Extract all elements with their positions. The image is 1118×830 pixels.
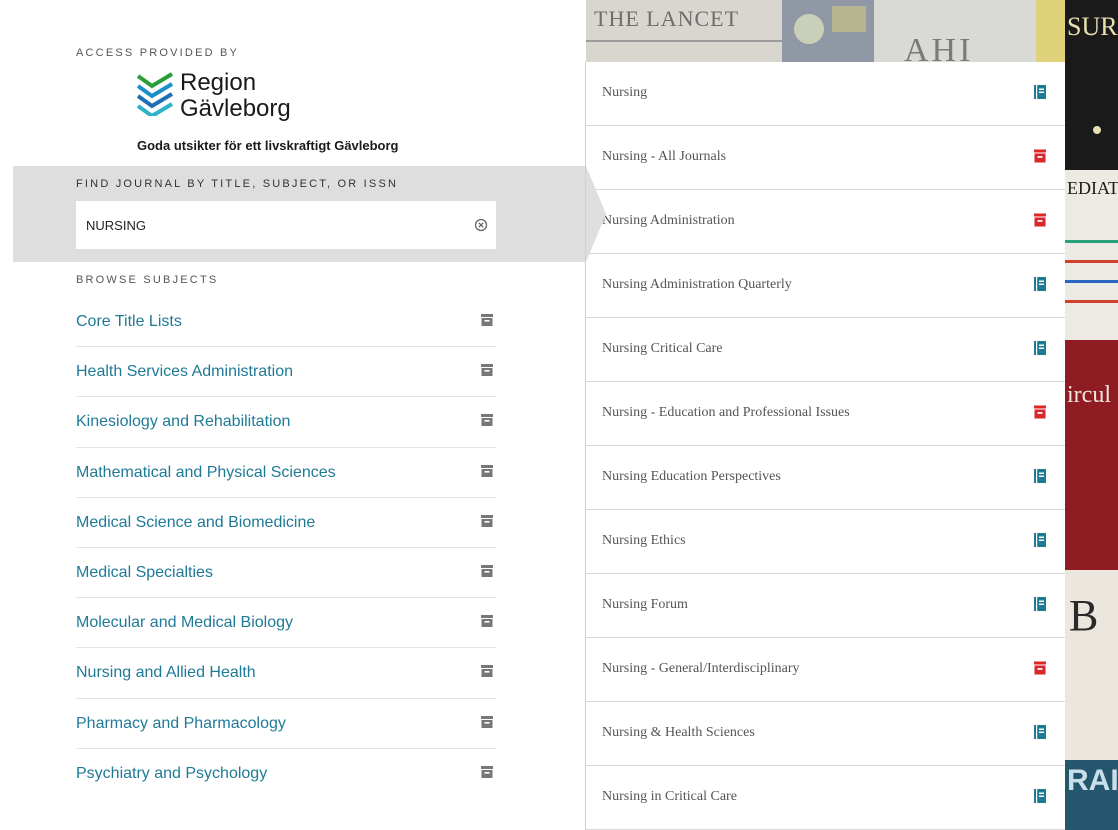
subject-link[interactable]: Psychiatry and Psychology	[76, 765, 267, 783]
pediatrics-strip: EDIAT	[1065, 170, 1118, 340]
result-title[interactable]: Nursing	[602, 85, 647, 101]
region-gavleborg-logo[interactable]: Region Gävleborg	[136, 70, 436, 130]
archive-icon	[481, 615, 493, 628]
result-title[interactable]: Nursing Forum	[602, 597, 688, 613]
search-panel-pointer	[586, 166, 606, 262]
result-item[interactable]: Nursing Critical Care	[586, 318, 1065, 382]
archive-icon	[481, 514, 493, 527]
clear-circle-icon[interactable]	[474, 218, 488, 232]
search-panel: FIND JOURNAL BY TITLE, SUBJECT, OR ISSN	[13, 166, 586, 262]
find-journal-label: FIND JOURNAL BY TITLE, SUBJECT, OR ISSN	[76, 178, 399, 190]
result-title[interactable]: Nursing - Education and Professional Iss…	[602, 405, 850, 421]
subject-link[interactable]: Molecular and Medical Biology	[76, 614, 293, 632]
result-title[interactable]: Nursing - All Journals	[602, 149, 726, 165]
archive-icon[interactable]	[1032, 660, 1048, 676]
lancet-cover-title: THE LANCET	[594, 6, 740, 31]
subject-item[interactable]: Nursing and Allied Health	[76, 648, 496, 699]
subject-link[interactable]: Health Services Administration	[76, 363, 293, 381]
surg-cover-title: SURG	[1067, 12, 1118, 41]
surg-strip: SURG	[1065, 0, 1118, 170]
journal-icon[interactable]	[1032, 468, 1048, 484]
result-item[interactable]: Nursing - Education and Professional Iss…	[586, 382, 1065, 446]
result-title[interactable]: Nursing Administration	[602, 213, 735, 229]
archive-icon	[481, 665, 493, 678]
result-title[interactable]: Nursing Ethics	[602, 533, 686, 549]
archive-icon	[481, 464, 493, 477]
journal-icon[interactable]	[1032, 788, 1048, 804]
pediatrics-cover-title: EDIAT	[1067, 178, 1118, 198]
ahi-cover: AHI	[874, 0, 1036, 69]
region-logo-text: Region Gävleborg	[180, 70, 291, 122]
bone-journal-cover-title: B	[1069, 591, 1099, 640]
result-item[interactable]: Nursing Ethics	[586, 510, 1065, 574]
result-title[interactable]: Nursing Education Perspectives	[602, 469, 781, 485]
archive-icon	[481, 715, 493, 728]
archive-icon	[481, 564, 493, 577]
region-tagline: Goda utsikter för ett livskraftigt Gävle…	[137, 138, 399, 153]
subject-item[interactable]: Core Title Lists	[76, 297, 496, 348]
subject-link[interactable]: Pharmacy and Pharmacology	[76, 715, 286, 733]
journal-icon[interactable]	[1032, 276, 1048, 292]
result-item[interactable]: Nursing in Critical Care	[586, 766, 1065, 830]
subject-item[interactable]: Medical Specialties	[76, 548, 496, 599]
subject-link[interactable]: Kinesiology and Rehabilitation	[76, 413, 290, 431]
archive-icon[interactable]	[1032, 404, 1048, 420]
result-item[interactable]: Nursing Administration	[586, 190, 1065, 254]
archive-icon	[481, 414, 493, 427]
result-item[interactable]: Nursing - General/Interdisciplinary	[586, 638, 1065, 702]
lancet-cover: THE LANCET	[586, 0, 782, 62]
result-item[interactable]: Nursing Administration Quarterly	[586, 254, 1065, 318]
journal-icon[interactable]	[1032, 532, 1048, 548]
journal-icon[interactable]	[1032, 724, 1048, 740]
access-provided-label: ACCESS PROVIDED BY	[76, 47, 240, 59]
region-logo-mark-icon	[136, 72, 174, 116]
journal-icon[interactable]	[1032, 340, 1048, 356]
result-item[interactable]: Nursing	[586, 62, 1065, 126]
result-item[interactable]: Nursing - All Journals	[586, 126, 1065, 190]
archive-icon[interactable]	[1032, 212, 1048, 228]
archive-icon	[481, 364, 493, 377]
subject-item[interactable]: Molecular and Medical Biology	[76, 598, 496, 649]
left-panel: ACCESS PROVIDED BY Region Gävleborg Goda…	[0, 0, 586, 830]
result-item[interactable]: Nursing & Health Sciences	[586, 702, 1065, 766]
subjects-list: Core Title Lists Health Services Adminis…	[76, 297, 496, 799]
result-title[interactable]: Nursing - General/Interdisciplinary	[602, 661, 800, 677]
result-item[interactable]: Nursing Education Perspectives	[586, 446, 1065, 510]
rai-cover-title: RAI	[1067, 764, 1118, 797]
region-logo-line2: Gävleborg	[180, 95, 291, 122]
subject-item[interactable]: Medical Science and Biomedicine	[76, 498, 496, 548]
surg-cover	[1036, 12, 1068, 42]
subject-link[interactable]: Nursing and Allied Health	[76, 664, 256, 682]
journal-icon[interactable]	[1032, 596, 1048, 612]
subject-link[interactable]: Mathematical and Physical Sciences	[76, 464, 336, 482]
circulation-strip: ircul	[1065, 340, 1118, 570]
subject-item[interactable]: Kinesiology and Rehabilitation	[76, 397, 496, 448]
browse-subjects-label: BROWSE SUBJECTS	[76, 274, 219, 286]
search-results-list: Nursing Nursing - All Journals Nursing A…	[586, 62, 1065, 830]
result-title[interactable]: Nursing Administration Quarterly	[602, 277, 792, 293]
search-box[interactable]	[76, 201, 496, 249]
cover-graphic	[782, 0, 874, 62]
result-title[interactable]: Nursing & Health Sciences	[602, 725, 755, 741]
circulation-cover-title: ircul	[1067, 382, 1111, 408]
subject-link[interactable]: Core Title Lists	[76, 313, 182, 331]
subject-link[interactable]: Medical Specialties	[76, 564, 213, 582]
subject-item[interactable]: Psychiatry and Psychology	[76, 749, 496, 799]
subject-item[interactable]: Pharmacy and Pharmacology	[76, 699, 496, 749]
region-logo-line1: Region	[180, 69, 257, 96]
archive-icon[interactable]	[1032, 148, 1048, 164]
result-title[interactable]: Nursing in Critical Care	[602, 789, 737, 805]
journal-icon[interactable]	[1032, 84, 1048, 100]
result-title[interactable]: Nursing Critical Care	[602, 341, 723, 357]
archive-icon	[481, 765, 493, 778]
subject-link[interactable]: Medical Science and Biomedicine	[76, 514, 315, 532]
journal-search-input[interactable]	[86, 215, 456, 235]
result-item[interactable]: Nursing Forum	[586, 574, 1065, 638]
archive-icon	[481, 314, 493, 326]
subject-item[interactable]: Health Services Administration	[76, 347, 496, 398]
bone-journal-strip: B	[1065, 570, 1118, 760]
subject-item[interactable]: Mathematical and Physical Sciences	[76, 448, 496, 498]
rai-strip: RAI	[1065, 760, 1118, 830]
